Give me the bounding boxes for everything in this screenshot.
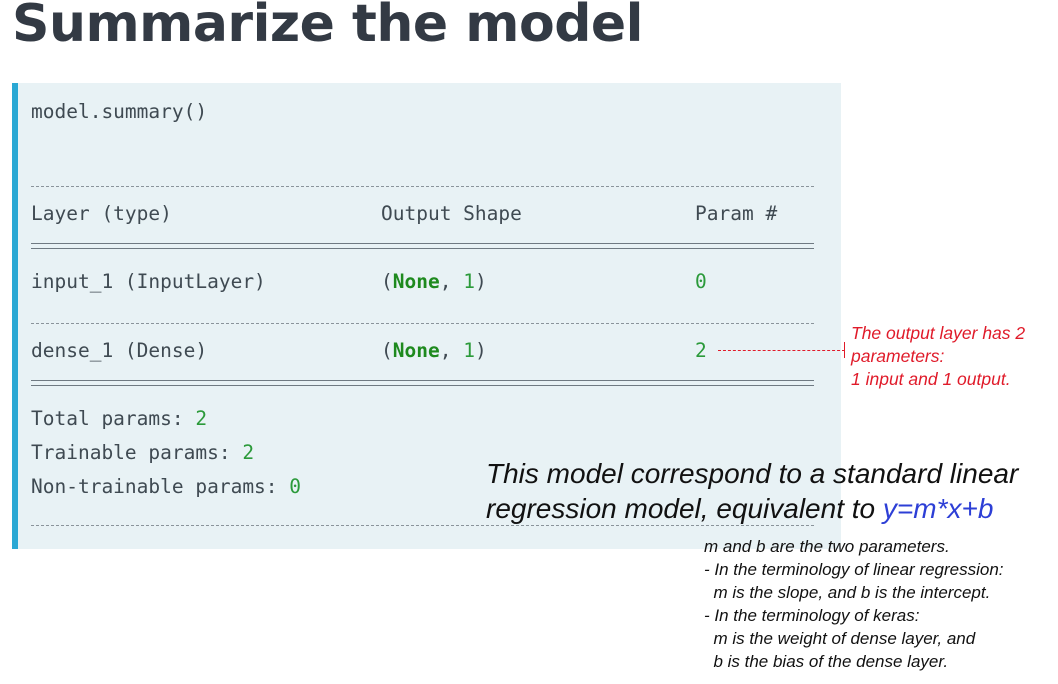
page-title: Summarize the model (12, 0, 644, 54)
header-layer: Layer (type) (31, 202, 172, 225)
row-output-shape: (None, 1) (381, 270, 487, 293)
divider-dashed (31, 323, 814, 324)
non-trainable-params: Non-trainable params: 0 (31, 475, 302, 498)
trainable-params: Trainable params: 2 (31, 441, 255, 464)
output-layer-annotation: The output layer has 2 parameters: 1 inp… (851, 323, 1026, 389)
annotation-arrow (718, 350, 845, 351)
code-call: model.summary() (31, 100, 208, 123)
divider-dashed (31, 186, 814, 187)
divider-double (31, 380, 814, 386)
total-params: Total params: 2 (31, 407, 208, 430)
row-layer: input_1 (InputLayer) (31, 270, 266, 293)
row-output-shape: (None, 1) (381, 339, 487, 362)
row-layer: dense_1 (Dense) (31, 339, 208, 362)
header-output-shape: Output Shape (381, 202, 522, 225)
row-param: 0 (695, 270, 707, 293)
model-explanation: This model correspond to a standard line… (486, 458, 1019, 524)
annotation-arrow-tick (844, 342, 845, 358)
header-param: Param # (695, 202, 778, 225)
row-param: 2 (695, 339, 707, 362)
formula: y=m*x+b (882, 493, 994, 524)
parameter-details: m and b are the two parameters. - In the… (704, 537, 1004, 671)
divider-double (31, 243, 814, 249)
